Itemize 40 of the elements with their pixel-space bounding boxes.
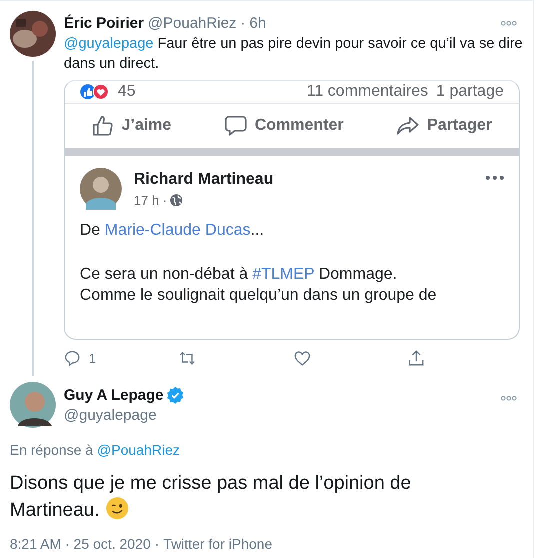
share-count: 1 partage bbox=[436, 83, 504, 101]
tweet-text: Disons que je me crisse pas mal de l’opinion de bbox=[10, 472, 412, 496]
action-label[interactable]: Partager bbox=[427, 117, 492, 135]
comment-count: 11 commentaires bbox=[306, 83, 428, 101]
author-handle: @PouahRiez bbox=[148, 14, 237, 32]
speech-bubble-icon bbox=[224, 115, 247, 137]
tweet-text: Martineau. bbox=[10, 500, 100, 521]
dot-separator: · bbox=[240, 14, 246, 32]
retweet-icon[interactable] bbox=[178, 350, 196, 366]
tweet-text: @guyalepage Faur être un pas pire devin pour savoir ce qu’il va se dire dans un direct. bbox=[64, 35, 523, 74]
more-options-icon[interactable] bbox=[501, 396, 517, 401]
post-text: Ce sera un non-débat à #TLMEP Dommage. bbox=[80, 265, 398, 285]
reaction-count: 45 bbox=[118, 83, 136, 101]
post-text: Comme le soulignait quelqu’un dans un groupe de bbox=[80, 286, 438, 306]
dot-separator: · bbox=[154, 536, 160, 552]
more-options-icon[interactable] bbox=[501, 20, 517, 26]
post-time: 17 h · bbox=[134, 192, 168, 208]
more-options-icon[interactable] bbox=[486, 176, 504, 180]
share-icon[interactable] bbox=[408, 350, 426, 366]
share-arrow-icon bbox=[397, 115, 420, 137]
reply-icon[interactable] bbox=[64, 350, 81, 366]
globe-icon bbox=[170, 194, 184, 206]
reply-context: En réponse à bbox=[10, 442, 94, 458]
author-name[interactable]: Éric Poirier bbox=[64, 14, 144, 32]
thumbs-up-icon bbox=[92, 115, 114, 137]
tweet-source[interactable]: Twitter for iPhone bbox=[164, 536, 272, 552]
winking-face-icon bbox=[106, 497, 129, 520]
post-author[interactable]: Richard Martineau bbox=[134, 170, 274, 188]
author-handle: @guyalepage bbox=[64, 406, 158, 424]
post-text: De Marie-Claude Ducas... bbox=[80, 222, 266, 240]
action-label[interactable]: J’aime bbox=[122, 117, 172, 135]
reply-count: 1 bbox=[89, 350, 96, 366]
author-name[interactable]: Guy A Lepage bbox=[64, 386, 164, 404]
mention-link[interactable]: @PouahRiez bbox=[97, 442, 180, 458]
reactions-icon bbox=[80, 84, 110, 100]
tweet-time: 6h bbox=[250, 14, 266, 32]
tweet-timestamp: 8:21 AM · 25 oct. 2020 bbox=[10, 536, 151, 552]
action-label[interactable]: Commenter bbox=[254, 117, 344, 135]
mention-link[interactable]: @guyalepage bbox=[64, 36, 154, 52]
heart-icon[interactable] bbox=[294, 350, 310, 366]
